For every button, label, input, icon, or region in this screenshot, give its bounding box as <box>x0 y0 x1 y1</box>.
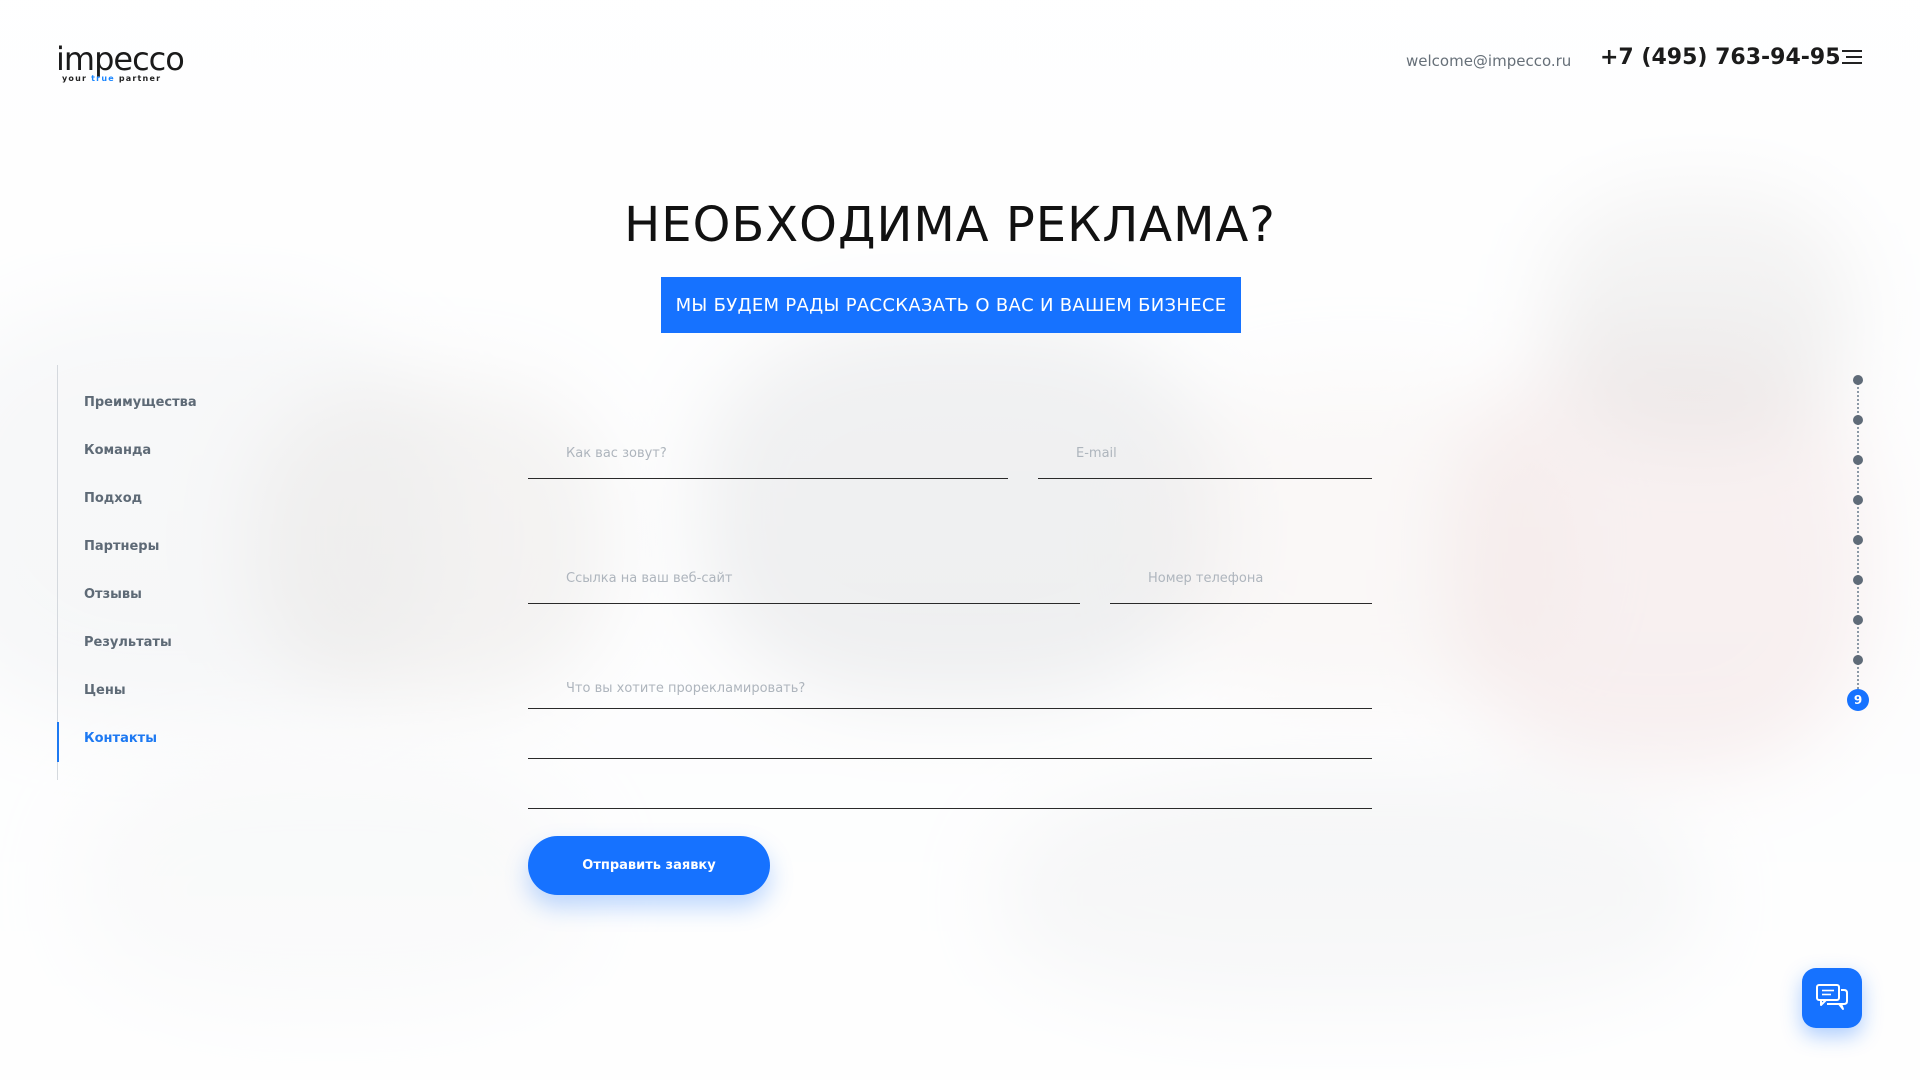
message-field <box>528 670 1372 709</box>
chat-bubbles-icon <box>1816 984 1848 1010</box>
pager-dot[interactable] <box>1853 615 1863 625</box>
message-line-2 <box>528 758 1372 759</box>
background-overlay <box>0 0 1920 1080</box>
message-line-3 <box>528 808 1372 809</box>
name-input[interactable] <box>528 430 1008 476</box>
logo-wordmark: impecco <box>56 40 185 78</box>
website-field <box>528 555 1080 604</box>
email-link[interactable]: welcome@impecco.ru <box>1406 52 1571 70</box>
pager-dot[interactable] <box>1853 575 1863 585</box>
nav-item-results[interactable]: Результаты <box>84 635 172 650</box>
subtitle-text: МЫ БУДЕМ РАДЫ РАССКАЗАТЬ О ВАС И ВАШЕМ Б… <box>675 294 1227 316</box>
pager-dot[interactable] <box>1853 415 1863 425</box>
name-field <box>528 430 1008 479</box>
page-title: НЕОБХОДИМА РЕКЛАМА? <box>624 197 1276 253</box>
chat-button[interactable] <box>1802 968 1862 1028</box>
section-nav: Преимущества Команда Подход Партнеры Отз… <box>57 365 278 780</box>
nav-item-partners[interactable]: Партнеры <box>84 539 159 554</box>
tagline-word-your: your <box>62 74 88 83</box>
nav-item-contacts[interactable]: Контакты <box>84 731 157 746</box>
tagline-word-partner: partner <box>118 74 162 83</box>
pager-dot[interactable] <box>1853 495 1863 505</box>
nav-item-reviews[interactable]: Отзывы <box>84 587 142 602</box>
submit-button[interactable]: Отправить заявку <box>528 836 770 895</box>
nav-item-team[interactable]: Команда <box>84 443 151 458</box>
pager-dot[interactable] <box>1853 375 1863 385</box>
nav-item-prices[interactable]: Цены <box>84 683 126 698</box>
tagline-word-true: true <box>91 74 115 83</box>
section-pager: 9 <box>1846 372 1870 712</box>
email-field <box>1038 430 1372 479</box>
pager-dot[interactable] <box>1853 655 1863 665</box>
pager-dot[interactable] <box>1853 455 1863 465</box>
nav-item-approach[interactable]: Подход <box>84 491 142 506</box>
logo[interactable]: impecco your true partner <box>56 40 186 88</box>
phone-number[interactable]: +7 (495) 763-94-95 <box>1600 45 1841 70</box>
hamburger-icon[interactable] <box>1842 50 1862 66</box>
website-input[interactable] <box>528 555 1080 601</box>
pager-dot-current[interactable]: 9 <box>1847 689 1869 711</box>
pager-dot[interactable] <box>1853 535 1863 545</box>
nav-item-advantages[interactable]: Преимущества <box>84 395 197 410</box>
nav-active-indicator <box>57 722 59 762</box>
phone-field <box>1110 555 1372 604</box>
subtitle-banner: МЫ БУДЕМ РАДЫ РАССКАЗАТЬ О ВАС И ВАШЕМ Б… <box>661 277 1241 333</box>
email-input[interactable] <box>1038 430 1372 476</box>
phone-input[interactable] <box>1110 555 1372 601</box>
message-input[interactable] <box>528 670 1372 706</box>
